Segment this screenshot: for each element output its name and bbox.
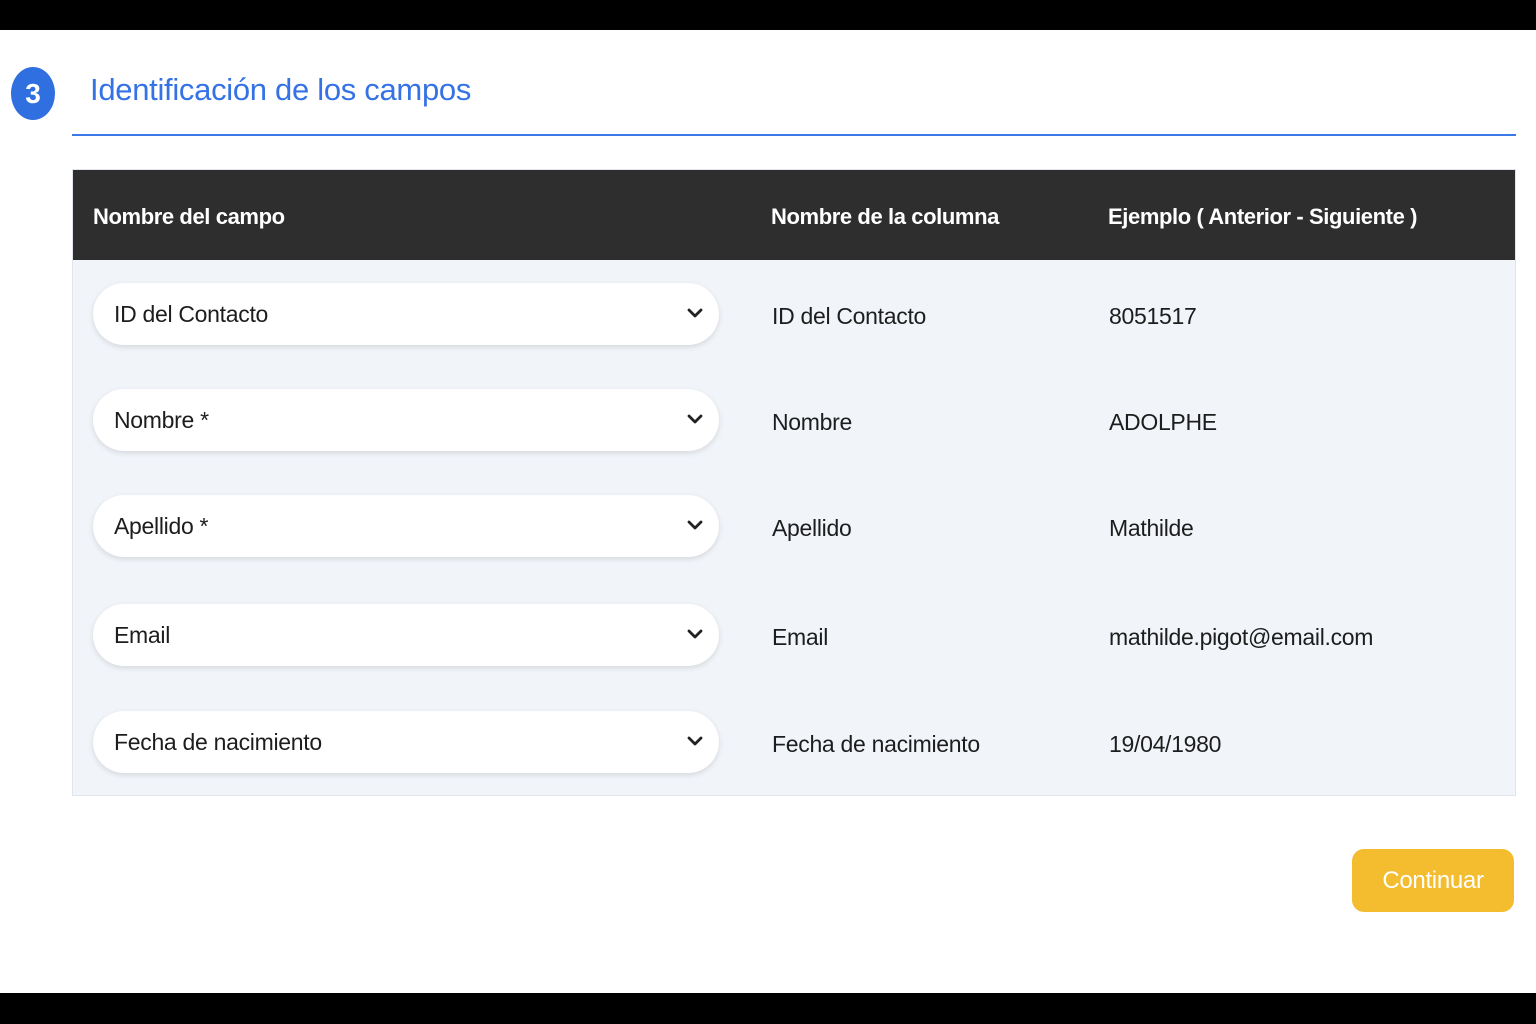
header-column-name: Nombre de la columna <box>771 204 999 229</box>
field-select-value: ID del Contacto <box>114 301 269 327</box>
example-cell: 19/04/1980 <box>1109 731 1222 757</box>
column-name-cell: Nombre <box>772 409 853 435</box>
chevron-down-icon <box>687 736 703 746</box>
table-row: Apellido * Apellido Mathilde <box>73 495 1515 559</box>
header-field-name: Nombre del campo <box>93 204 285 229</box>
column-name-cell: Email <box>772 624 829 650</box>
column-name-cell: ID del Contacto <box>772 303 927 329</box>
chevron-down-icon <box>687 308 703 318</box>
column-name-cell: Fecha de nacimiento <box>772 731 980 757</box>
field-select[interactable]: Fecha de nacimiento <box>93 711 719 773</box>
field-select[interactable]: Nombre * <box>93 389 719 451</box>
table-row: Fecha de nacimiento Fecha de nacimiento … <box>73 711 1515 775</box>
table-row: Email Email mathilde.pigot@email.com <box>73 604 1515 668</box>
section-title: Identificación de los campos <box>90 72 472 107</box>
mapping-page: 3 Identificación de los campos Nombre de… <box>0 30 1536 993</box>
example-cell: 8051517 <box>1109 303 1197 329</box>
header-example: Ejemplo ( Anterior - Siguiente ) <box>1108 204 1418 229</box>
field-select[interactable]: Email <box>93 604 719 666</box>
chevron-down-icon <box>687 629 703 639</box>
table-row: Nombre * Nombre ADOLPHE <box>73 389 1515 453</box>
chevron-down-icon <box>687 414 703 424</box>
field-select-value: Nombre * <box>114 407 209 433</box>
example-cell: ADOLPHE <box>1109 409 1217 435</box>
field-mapping-table: Nombre del campo Nombre de la columna Ej… <box>72 169 1516 796</box>
step-number-badge: 3 <box>11 67 55 120</box>
title-divider <box>72 134 1516 136</box>
table-row: ID del Contacto ID del Contacto 8051517 <box>73 283 1515 347</box>
example-cell: Mathilde <box>1109 515 1194 541</box>
field-select-value: Email <box>114 622 171 648</box>
field-select[interactable]: Apellido * <box>93 495 719 557</box>
column-name-cell: Apellido <box>772 515 852 541</box>
field-select-value: Apellido * <box>114 513 209 539</box>
field-select[interactable]: ID del Contacto <box>93 283 719 345</box>
field-select-value: Fecha de nacimiento <box>114 729 322 755</box>
continue-button[interactable]: Continuar <box>1352 849 1514 912</box>
table-header: Nombre del campo Nombre de la columna Ej… <box>73 170 1515 260</box>
chevron-down-icon <box>687 520 703 530</box>
example-cell: mathilde.pigot@email.com <box>1109 624 1374 650</box>
